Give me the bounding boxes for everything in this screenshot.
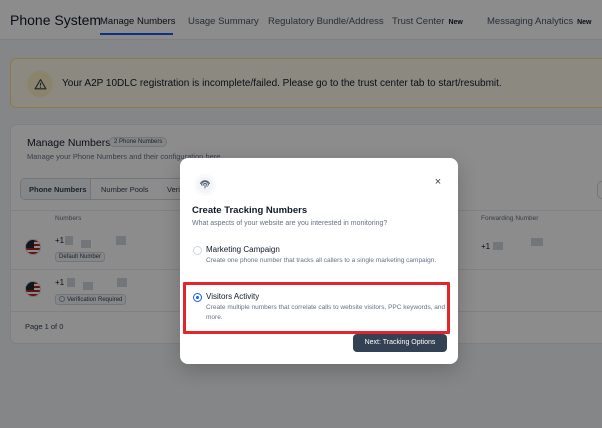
option-marketing-campaign[interactable]: Marketing Campaign Create one phone numb…: [188, 245, 450, 279]
option-label: Marketing Campaign: [206, 245, 280, 254]
close-icon[interactable]: ×: [431, 175, 445, 189]
fingerprint-icon: [194, 174, 216, 196]
radio-marketing-campaign[interactable]: [193, 246, 202, 255]
modal-title: Create Tracking Numbers: [192, 205, 308, 216]
modal-subtitle: What aspects of your website are you int…: [192, 220, 388, 227]
next-tracking-options-button[interactable]: Next: Tracking Options: [353, 334, 447, 352]
option-description: Create one phone number that tracks all …: [206, 257, 437, 264]
selection-highlight: [183, 282, 450, 334]
